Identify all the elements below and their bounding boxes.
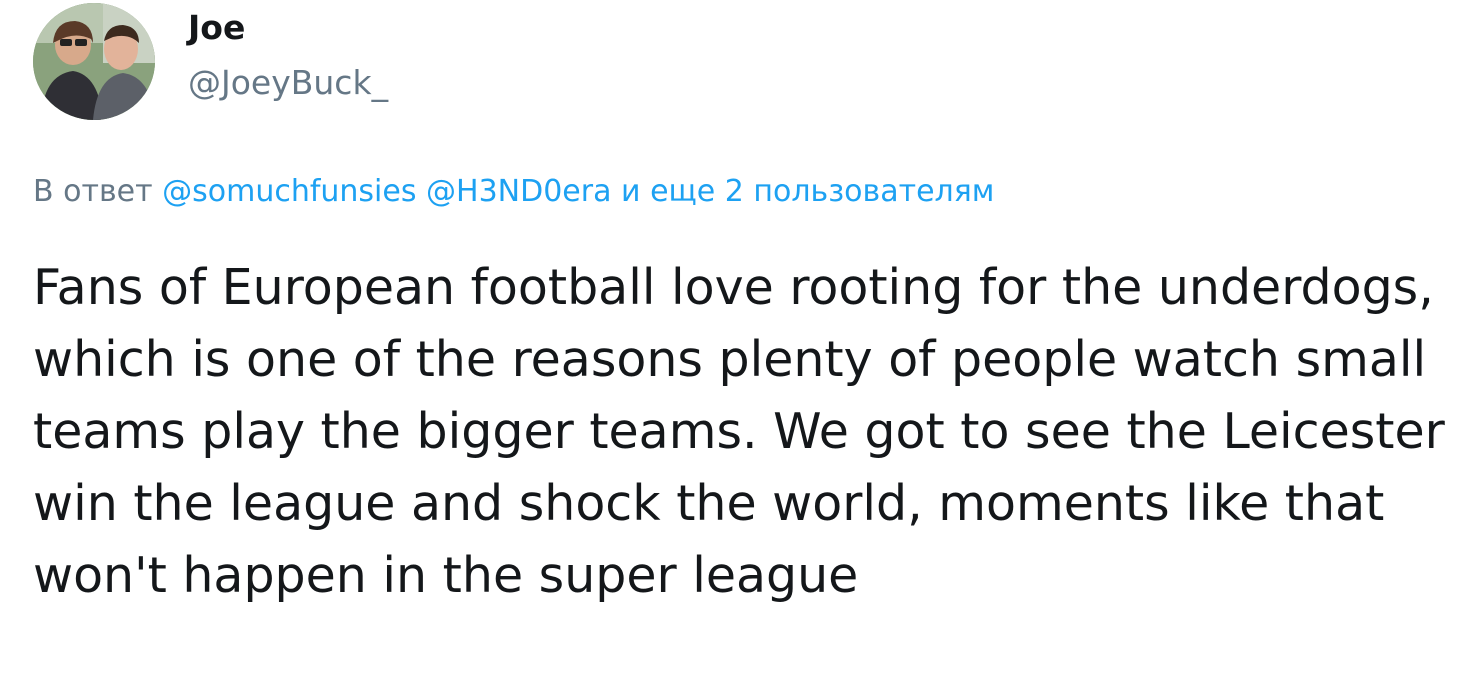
- tweet-card: Joe @JoeyBuck_ В ответ @somuchfunsies @H…: [0, 0, 1460, 693]
- avatar-photo: [33, 3, 155, 120]
- mention-link-h3nd0era[interactable]: @H3ND0era: [426, 174, 611, 209]
- reply-prefix: В ответ: [33, 174, 153, 209]
- display-name[interactable]: Joe: [188, 8, 245, 48]
- avatar[interactable]: [33, 3, 155, 120]
- user-handle[interactable]: @JoeyBuck_: [188, 63, 388, 103]
- reply-context: В ответ @somuchfunsies @H3ND0era и еще 2…: [33, 170, 994, 214]
- reply-others-link[interactable]: и еще 2 пользователям: [621, 174, 994, 209]
- mention-link-somuchfunsies[interactable]: @somuchfunsies: [162, 174, 416, 209]
- tweet-text: Fans of European football love rooting f…: [33, 259, 1445, 604]
